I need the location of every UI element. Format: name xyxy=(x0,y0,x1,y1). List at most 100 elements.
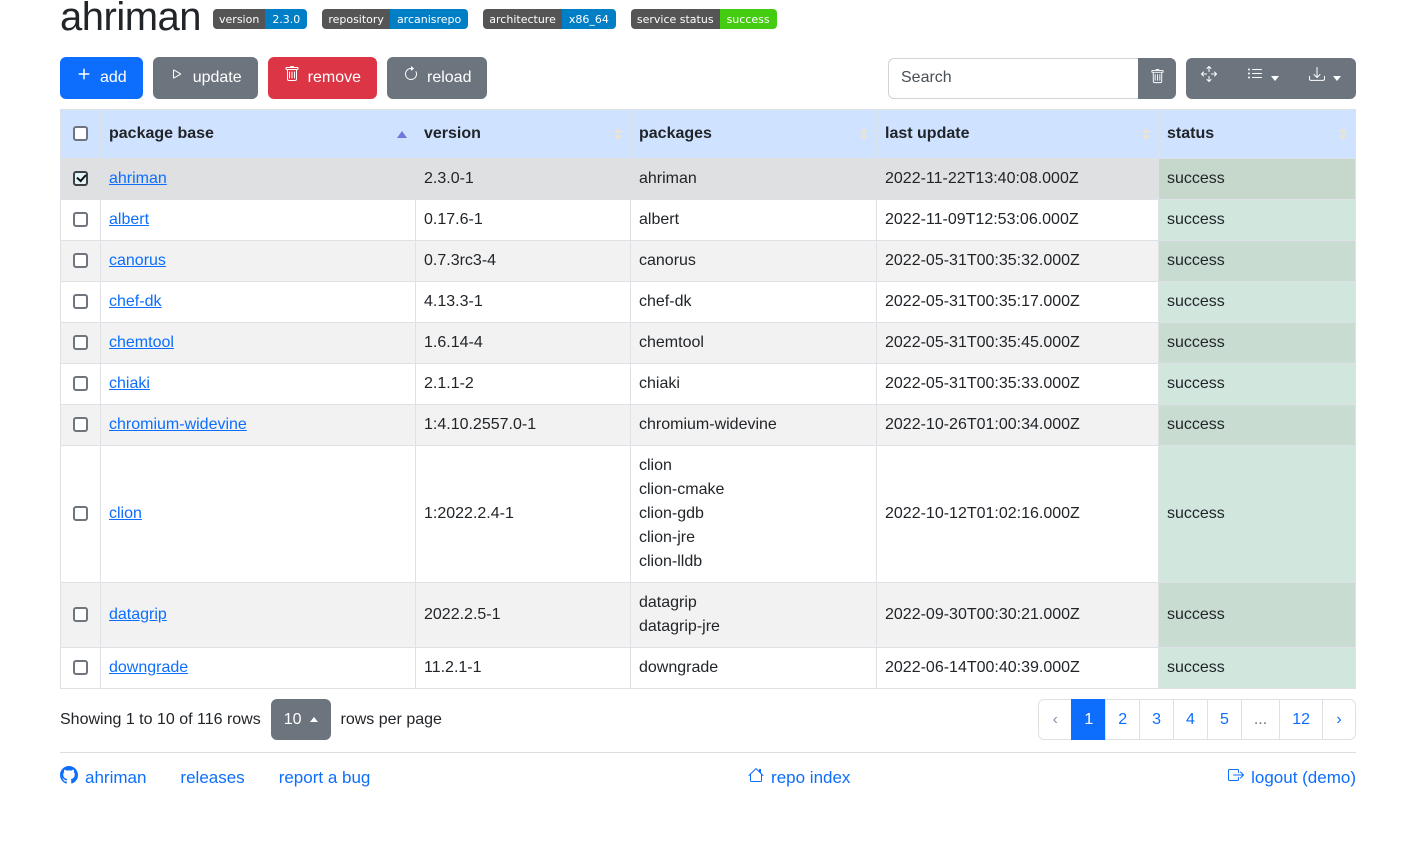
badge-value: arcanisrepo xyxy=(390,9,468,29)
package-base-cell: chiaki xyxy=(101,364,416,405)
package-base-link[interactable]: canorus xyxy=(109,252,166,269)
last-update-cell: 2022-11-22T13:40:08.000Z xyxy=(877,159,1159,200)
row-checkbox[interactable] xyxy=(73,506,88,521)
pagination-page-1[interactable]: 1 xyxy=(1071,699,1106,740)
logout-link[interactable]: logout (demo) xyxy=(1228,767,1356,788)
report-bug-link[interactable]: report a bug xyxy=(279,768,371,788)
page-title: ahriman xyxy=(60,0,201,40)
badge-value: success xyxy=(720,9,777,29)
version-cell: 2022.2.5-1 xyxy=(416,583,631,648)
status-cell: success xyxy=(1159,583,1356,648)
badge-label: repository xyxy=(322,9,390,29)
packages-cell: chemtool xyxy=(631,323,877,364)
github-link[interactable]: ahriman xyxy=(60,766,146,789)
trash-icon xyxy=(284,66,300,90)
row-checkbox[interactable] xyxy=(73,335,88,350)
package-base-link[interactable]: chromium-widevine xyxy=(109,416,247,433)
update-button[interactable]: update xyxy=(153,57,258,99)
search-input[interactable] xyxy=(888,58,1138,99)
column-header-status[interactable]: status xyxy=(1159,110,1356,159)
package-base-cell: chemtool xyxy=(101,323,416,364)
checkbox-cell xyxy=(61,159,101,200)
masthead: ahriman version2.3.0repositoryarcanisrep… xyxy=(60,0,1356,40)
page-size-dropdown[interactable]: 10 xyxy=(271,699,331,740)
pagination-page-2[interactable]: 2 xyxy=(1105,699,1140,740)
package-base-link[interactable]: ahriman xyxy=(109,170,167,187)
badge-label: service status xyxy=(631,9,720,29)
package-name: albert xyxy=(639,208,868,232)
package-base-link[interactable]: chiaki xyxy=(109,375,150,392)
package-name: datagrip-jre xyxy=(639,615,868,639)
row-checkbox[interactable] xyxy=(73,212,88,227)
version-cell: 0.17.6-1 xyxy=(416,200,631,241)
releases-link[interactable]: releases xyxy=(180,768,244,788)
repo-index-link[interactable]: repo index xyxy=(748,767,850,788)
fullscreen-button[interactable] xyxy=(1186,58,1232,99)
badge-service-status: service statussuccess xyxy=(631,9,777,29)
pagination-prev[interactable]: ‹ xyxy=(1038,699,1072,740)
row-checkbox[interactable] xyxy=(73,376,88,391)
package-base-cell: albert xyxy=(101,200,416,241)
badge-value: x86_64 xyxy=(562,9,616,29)
remove-button[interactable]: remove xyxy=(268,57,377,99)
pagination-page-5[interactable]: 5 xyxy=(1207,699,1242,740)
badge-label: architecture xyxy=(483,9,562,29)
export-dropdown-button[interactable] xyxy=(1294,58,1356,99)
row-checkbox[interactable] xyxy=(73,417,88,432)
checkbox-cell xyxy=(61,364,101,405)
list-icon xyxy=(1247,66,1263,90)
add-button[interactable]: add xyxy=(60,57,143,99)
github-icon xyxy=(60,766,78,789)
reload-button[interactable]: reload xyxy=(387,57,487,99)
reload-icon xyxy=(403,66,419,90)
pagination-next[interactable]: › xyxy=(1322,699,1356,740)
checkbox-cell xyxy=(61,200,101,241)
pagination-page-12[interactable]: 12 xyxy=(1279,699,1323,740)
status-badges: version2.3.0repositoryarcanisrepoarchite… xyxy=(213,9,777,29)
package-base-link[interactable]: chemtool xyxy=(109,334,174,351)
toolbar-search-area xyxy=(888,58,1356,99)
package-name: chromium-widevine xyxy=(639,413,868,437)
pagination-page-3[interactable]: 3 xyxy=(1139,699,1174,740)
package-base-link[interactable]: downgrade xyxy=(109,659,188,676)
column-header-last-update[interactable]: last update xyxy=(877,110,1159,159)
row-checkbox[interactable] xyxy=(73,660,88,675)
columns-dropdown-button[interactable] xyxy=(1232,58,1294,99)
column-header-version[interactable]: version xyxy=(416,110,631,159)
package-base-cell: datagrip xyxy=(101,583,416,648)
footer-links: ahriman releases report a bug repo index… xyxy=(60,753,1356,802)
pagination: ‹12345...12› xyxy=(1038,699,1356,740)
status-cell: success xyxy=(1159,159,1356,200)
package-base-link[interactable]: clion xyxy=(109,505,142,522)
table-footer: Showing 1 to 10 of 116 rows 10 rows per … xyxy=(60,699,1356,740)
checkbox-cell xyxy=(61,583,101,648)
arrows-move-icon xyxy=(1201,66,1217,90)
pagination-page-4[interactable]: 4 xyxy=(1173,699,1208,740)
table-row: downgrade11.2.1-1downgrade2022-06-14T00:… xyxy=(61,648,1356,689)
last-update-cell: 2022-11-09T12:53:06.000Z xyxy=(877,200,1159,241)
chevron-down-icon xyxy=(1333,76,1341,81)
select-all-checkbox[interactable] xyxy=(73,126,88,141)
row-checkbox[interactable] xyxy=(73,171,88,186)
row-checkbox[interactable] xyxy=(73,253,88,268)
sort-ascending-icon xyxy=(397,131,407,138)
package-base-link[interactable]: datagrip xyxy=(109,606,167,623)
version-cell: 1.6.14-4 xyxy=(416,323,631,364)
last-update-cell: 2022-05-31T00:35:17.000Z xyxy=(877,282,1159,323)
checkbox-cell xyxy=(61,648,101,689)
row-checkbox[interactable] xyxy=(73,607,88,622)
badge-repository: repositoryarcanisrepo xyxy=(322,9,468,29)
package-base-link[interactable]: albert xyxy=(109,211,149,228)
version-cell: 0.7.3rc3-4 xyxy=(416,241,631,282)
column-header-package-base[interactable]: package base xyxy=(101,110,416,159)
package-base-link[interactable]: chef-dk xyxy=(109,293,161,310)
clear-search-button[interactable] xyxy=(1138,58,1176,99)
last-update-cell: 2022-06-14T00:40:39.000Z xyxy=(877,648,1159,689)
row-checkbox[interactable] xyxy=(73,294,88,309)
checkbox-cell xyxy=(61,323,101,364)
packages-cell: albert xyxy=(631,200,877,241)
column-header-packages[interactable]: packages xyxy=(631,110,877,159)
house-icon xyxy=(748,767,764,788)
package-name: clion-jre xyxy=(639,526,868,550)
package-base-cell: chromium-widevine xyxy=(101,405,416,446)
